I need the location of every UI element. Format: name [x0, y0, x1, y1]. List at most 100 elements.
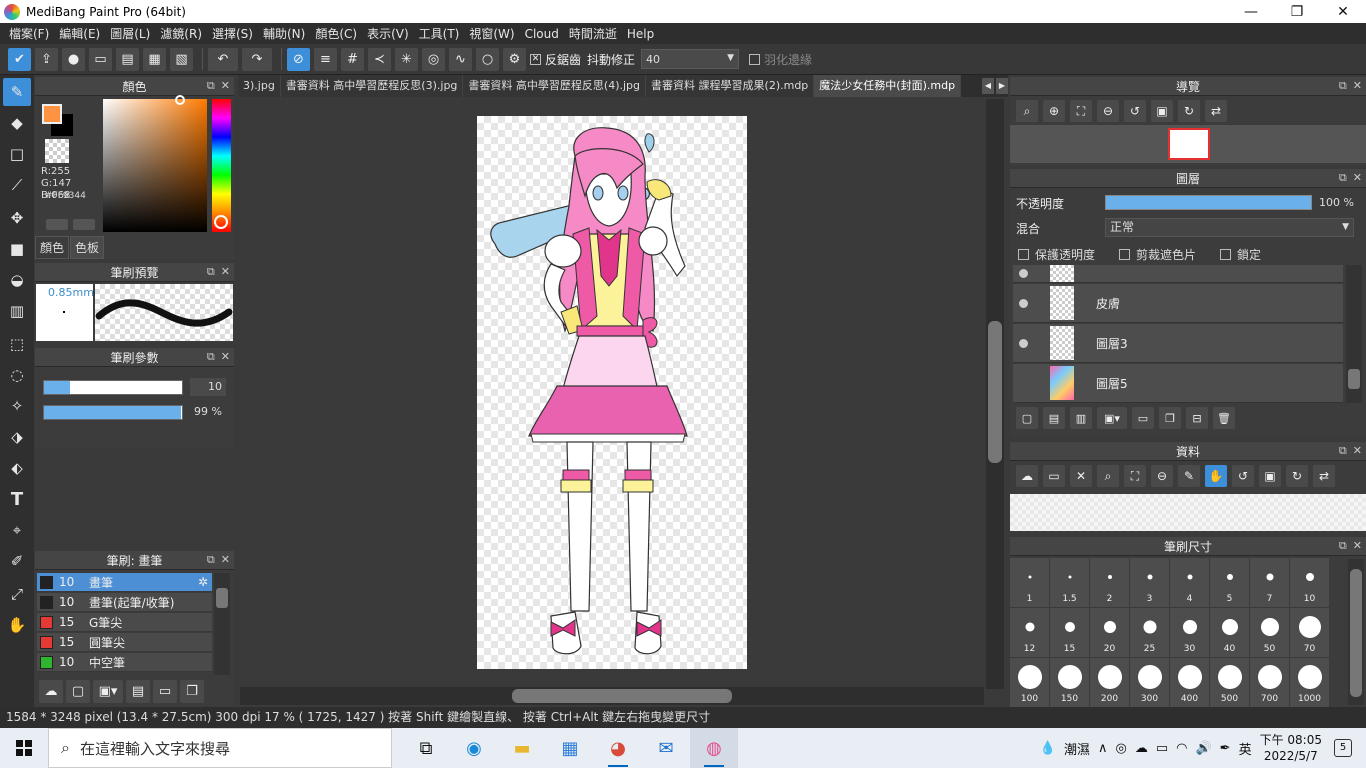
brush-size-cell[interactable]: 400: [1170, 658, 1210, 708]
brush-list-item[interactable]: 10 畫筆 ✲: [37, 573, 212, 592]
redo-icon[interactable]: ↷: [242, 47, 272, 71]
onedrive-error-icon[interactable]: ☁: [1135, 741, 1148, 756]
doc-tab[interactable]: 書審資料 高中學習歷程反思(3).jpg: [280, 75, 464, 97]
move-tool-icon[interactable]: ✥: [3, 204, 31, 232]
layer-row[interactable]: 圖層5: [1013, 364, 1343, 403]
brush-size-cell[interactable]: 15: [1050, 608, 1090, 658]
navigator-preview[interactable]: [1010, 125, 1366, 163]
close-button[interactable]: ✕: [1320, 0, 1366, 23]
layers-scrollbar[interactable]: [1346, 265, 1362, 403]
float-icon[interactable]: ⧉: [207, 79, 215, 93]
folder-icon[interactable]: ▭: [153, 680, 177, 703]
brush-list-item[interactable]: 15 G筆尖: [37, 613, 212, 632]
material-preview-area[interactable]: [1010, 494, 1366, 531]
page-icon[interactable]: ▤: [116, 47, 139, 71]
tab-palette[interactable]: 色板: [70, 236, 105, 259]
medibang-taskbar-icon[interactable]: ◍: [690, 728, 738, 768]
brush-list-item[interactable]: 10 畫筆(起筆/收筆): [37, 593, 212, 612]
start-button[interactable]: [0, 728, 48, 768]
fit-screen-icon[interactable]: ⛶: [1124, 465, 1146, 487]
menu-filter[interactable]: 濾鏡(R): [155, 25, 207, 42]
radial-snap-icon[interactable]: ✳: [395, 47, 418, 71]
taskbar-clock[interactable]: 下午 08:05 2022/5/7: [1260, 732, 1322, 764]
brush-size-cell[interactable]: 1000: [1290, 658, 1330, 708]
rotate-left-icon[interactable]: ↺: [1232, 465, 1254, 487]
brush-size-cell[interactable]: 200: [1090, 658, 1130, 708]
tab-prev-icon[interactable]: ◀: [982, 78, 994, 94]
hand-icon[interactable]: ✋: [1205, 465, 1227, 487]
parallel-snap-icon[interactable]: ≡: [314, 47, 337, 71]
brush-size-scrollbar[interactable]: [1348, 559, 1364, 705]
brush-opacity-slider[interactable]: [43, 405, 183, 420]
open-folder-icon[interactable]: ▭: [1043, 465, 1065, 487]
zoom-out-icon[interactable]: ⊖: [1097, 100, 1119, 122]
brush-size-slider[interactable]: [43, 380, 183, 395]
layer-visibility-icon[interactable]: [1019, 338, 1028, 348]
ime-indicator[interactable]: 英: [1239, 739, 1252, 758]
new-brush-icon[interactable]: ▢: [66, 680, 90, 703]
float-icon[interactable]: ⧉: [207, 553, 215, 567]
undo-icon[interactable]: ↶: [208, 47, 238, 71]
weather-drop-icon[interactable]: 💧: [1040, 741, 1056, 756]
taskbar-search[interactable]: ⌕ 在這裡輸入文字來搜尋: [48, 728, 392, 768]
feather-checkbox[interactable]: [749, 53, 761, 65]
bucket-tool-icon[interactable]: ◒: [3, 266, 31, 294]
page-manager-icon[interactable]: ▦: [143, 47, 166, 71]
navigator-viewport[interactable]: [1168, 128, 1210, 160]
fill-rect-tool-icon[interactable]: ■: [3, 235, 31, 263]
flip-icon[interactable]: ⇄: [1313, 465, 1335, 487]
hue-slider-cursor[interactable]: [214, 215, 228, 229]
float-icon[interactable]: ⧉: [1339, 171, 1347, 185]
weather-label[interactable]: 潮濕: [1064, 739, 1090, 758]
menu-window[interactable]: 視窗(W): [464, 25, 519, 42]
pen-menu-icon[interactable]: ✒: [1220, 741, 1231, 756]
perspective-snap-icon[interactable]: ≺: [368, 47, 391, 71]
gradient-tool-icon[interactable]: ▥: [3, 297, 31, 325]
menu-color[interactable]: 顏色(C): [310, 25, 362, 42]
concentric-snap-icon[interactable]: ◎: [422, 47, 445, 71]
new-layer-icon[interactable]: ▢: [1016, 407, 1038, 429]
brush-settings-icon[interactable]: ▤: [126, 680, 150, 703]
brush-size-cell[interactable]: 100: [1010, 658, 1050, 708]
delete-layer-icon[interactable]: 🗑: [1213, 407, 1235, 429]
chevron-up-icon[interactable]: ∧: [1098, 741, 1108, 756]
new-1bit-layer-icon[interactable]: ▥: [1070, 407, 1092, 429]
chrome-browser-icon[interactable]: ◕: [594, 728, 642, 768]
page-edit-icon[interactable]: ▧: [170, 47, 193, 71]
brush-size-cell[interactable]: 150: [1050, 658, 1090, 708]
duplicate-brush-icon[interactable]: ❐: [180, 680, 204, 703]
stabilizer-select[interactable]: 40 ▼: [641, 49, 740, 69]
hue-slider[interactable]: [212, 99, 231, 232]
circle-snap-icon[interactable]: ○: [476, 47, 499, 71]
close-icon[interactable]: ✕: [221, 350, 230, 364]
cloud-brush-icon[interactable]: ☁: [39, 680, 63, 703]
pen-tool-icon[interactable]: ✐: [3, 547, 31, 575]
brush-size-cell[interactable]: 7: [1250, 558, 1290, 608]
float-icon[interactable]: ⧉: [1339, 79, 1347, 93]
lasso-tool-icon[interactable]: ◌: [3, 361, 31, 389]
float-icon[interactable]: ⧉: [207, 350, 215, 364]
float-icon[interactable]: ⧉: [207, 265, 215, 279]
artboard[interactable]: [477, 116, 747, 669]
transparent-color-swatch[interactable]: [45, 139, 69, 163]
clipping-checkbox[interactable]: [1119, 249, 1131, 260]
rotate-left-icon[interactable]: ↺: [1124, 100, 1146, 122]
menu-select[interactable]: 選擇(S): [207, 25, 258, 42]
brush-size-value[interactable]: 10: [190, 378, 226, 396]
close-icon[interactable]: ✕: [1353, 539, 1362, 553]
cloud-check-icon[interactable]: ✔: [8, 47, 31, 71]
brush-size-cell[interactable]: 2: [1090, 558, 1130, 608]
text-tool-icon[interactable]: T: [3, 485, 31, 513]
eyedropper-icon[interactable]: ✎: [1178, 465, 1200, 487]
brush-size-cell[interactable]: 70: [1290, 608, 1330, 658]
sv-picker-cursor[interactable]: [175, 95, 185, 105]
cloud-material-icon[interactable]: ☁: [1016, 465, 1038, 487]
close-icon[interactable]: ✕: [221, 79, 230, 93]
select-pen-tool-icon[interactable]: ⬗: [3, 423, 31, 451]
flip-icon[interactable]: ⇄: [1205, 100, 1227, 122]
menu-cloud[interactable]: Cloud: [520, 27, 564, 41]
menu-layer[interactable]: 圖層(L): [105, 25, 155, 42]
brush-list-item[interactable]: 10 中空筆: [37, 653, 212, 672]
menu-snap[interactable]: 輔助(N): [258, 25, 310, 42]
eyedropper-tool-icon[interactable]: ⤢: [3, 580, 31, 608]
